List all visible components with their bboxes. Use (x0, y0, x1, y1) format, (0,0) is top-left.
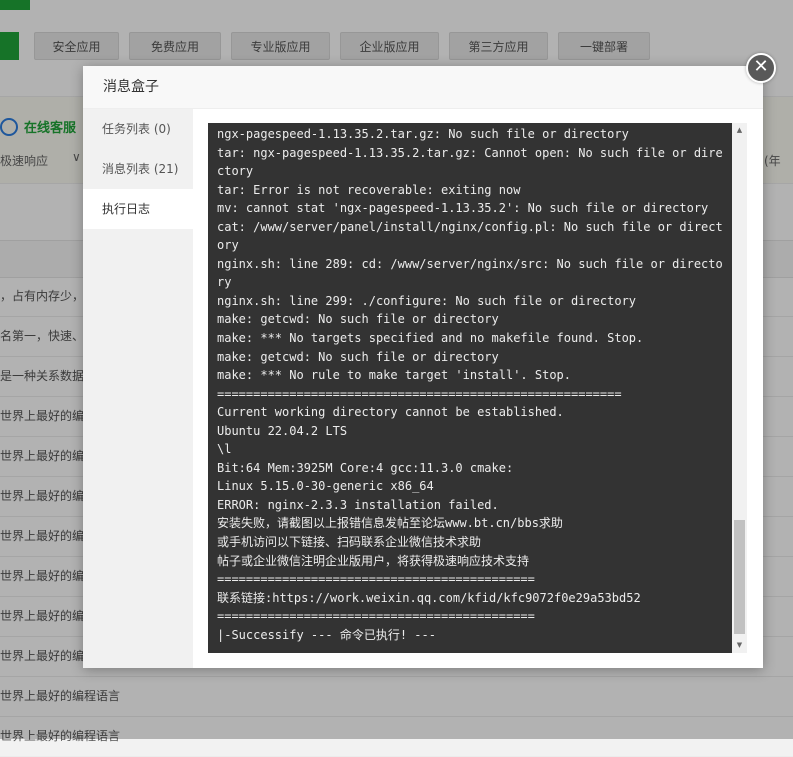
execution-log-terminal[interactable]: ngx-pagespeed-1.13.35.2.tar.gz: No such … (208, 123, 747, 653)
log-line: nginx.sh: line 299: ./configure: No such… (217, 293, 637, 308)
log-output: ngx-pagespeed-1.13.35.2.tar.gz: No such … (217, 125, 727, 644)
modal-sidebar: 任务列表 (0) 消息列表 (21) 执行日志 (83, 109, 193, 668)
close-icon[interactable]: ✕ (746, 53, 776, 83)
log-line: Bit:64 Mem:3925M Core:4 gcc:11.3.0 cmake… (217, 460, 514, 475)
log-line: \l (217, 442, 232, 457)
log-line: tar: Error is not recoverable: exiting n… (217, 182, 521, 197)
log-line: mv: cannot stat 'ngx-pagespeed-1.13.35.2… (217, 201, 709, 216)
log-line: Ubuntu 22.04.2 LTS (217, 423, 348, 438)
sidebar-item-message-list[interactable]: 消息列表 (21) (83, 149, 193, 189)
log-line: nginx.sh: line 289: cd: /www/server/ngin… (217, 256, 723, 290)
log-line: tar: ngx-pagespeed-1.13.35.2.tar.gz: Can… (217, 145, 723, 179)
log-line: |-Successify --- 命令已执行! --- (217, 627, 436, 642)
log-line: ERROR: nginx-2.3.3 installation failed. (217, 497, 499, 512)
log-line: cat: /www/server/panel/install/nginx/con… (217, 219, 723, 253)
log-line: 联系链接:https://work.weixin.qq.com/kfid/kfc… (217, 590, 641, 605)
modal-title: 消息盒子 (83, 66, 763, 109)
log-line: make: *** No rule to make target 'instal… (217, 368, 572, 383)
log-line: ========================================… (217, 572, 535, 587)
log-line: make: getcwd: No such file or directory (217, 312, 499, 327)
log-line: Linux 5.15.0-30-generic x86_64 (217, 479, 434, 494)
log-line: ngx-pagespeed-1.13.35.2.tar.gz: No such … (217, 127, 629, 141)
sidebar-item-task-list[interactable]: 任务列表 (0) (83, 109, 193, 149)
log-line: 或手机访问以下链接、扫码联系企业微信技术求助 (217, 535, 482, 550)
scroll-down-arrow-icon[interactable]: ▼ (732, 638, 747, 653)
log-line: 帖子或企业微信注明企业版用户，将获得极速响应技术支持 (217, 553, 530, 568)
log-line: make: getcwd: No such file or directory (217, 349, 499, 364)
log-line: ========================================… (217, 386, 622, 401)
message-box-modal: 消息盒子 任务列表 (0) 消息列表 (21) 执行日志 ngx-pagespe… (83, 66, 763, 668)
log-line: make: *** No targets specified and no ma… (217, 331, 644, 346)
log-line: 安装失败，请截图以上报错信息发帖至论坛www.bt.cn/bbs求助 (217, 516, 563, 531)
log-scrollbar[interactable]: ▲ ▼ (732, 123, 747, 653)
log-line: ========================================… (217, 609, 535, 624)
log-line: Current working directory cannot be esta… (217, 405, 564, 420)
scroll-up-arrow-icon[interactable]: ▲ (732, 123, 747, 138)
sidebar-item-execution-log[interactable]: 执行日志 (83, 189, 193, 229)
scroll-thumb[interactable] (734, 520, 745, 634)
